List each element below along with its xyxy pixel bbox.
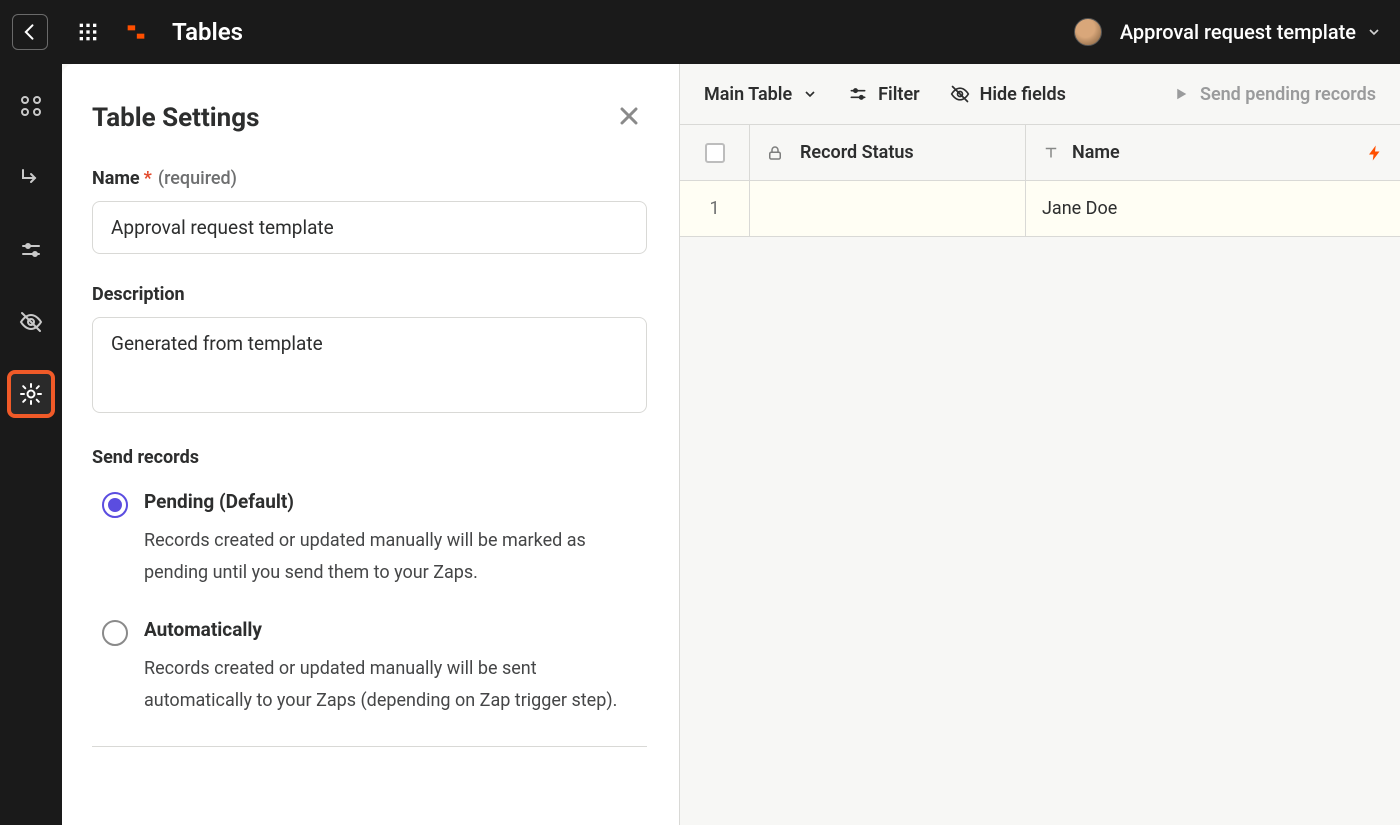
row-index: 1	[709, 198, 719, 219]
record-status-header: Record Status	[800, 142, 914, 163]
apps-grid-icon	[78, 22, 98, 42]
send-option-pending[interactable]: Pending (Default) Records created or upd…	[92, 490, 647, 588]
back-button[interactable]	[12, 14, 48, 50]
zapier-logo-icon	[124, 20, 148, 44]
main-table-switcher[interactable]: Main Table	[704, 84, 818, 105]
rail-settings-button[interactable]	[9, 372, 53, 416]
chevron-down-icon	[802, 86, 818, 102]
main-region: Table Settings Name * (required) Descrip…	[62, 64, 1400, 825]
rail-records-button[interactable]	[9, 84, 53, 128]
row-index-cell[interactable]: 1	[680, 181, 750, 236]
main-table-label: Main Table	[704, 84, 792, 105]
corner-arrow-icon	[19, 166, 43, 190]
rail-filters-button[interactable]	[9, 228, 53, 272]
select-all-checkbox[interactable]	[705, 143, 725, 163]
divider	[92, 746, 647, 747]
send-records-label: Send records	[92, 447, 647, 468]
chevron-down-icon	[1366, 24, 1382, 40]
rail-subflow-button[interactable]	[9, 156, 53, 200]
row-name-cell[interactable]: Jane Doe	[1026, 181, 1400, 236]
sliders-icon	[19, 238, 43, 262]
rail-hidden-button[interactable]	[9, 300, 53, 344]
send-pending-button: Send pending records	[1172, 84, 1376, 105]
table-area: Main Table Filter Hide fields Send pendi…	[680, 64, 1400, 825]
send-option-auto[interactable]: Automatically Records created or updated…	[92, 618, 647, 716]
hide-fields-label: Hide fields	[980, 84, 1066, 105]
send-pending-label: Send pending records	[1200, 84, 1376, 105]
filter-button[interactable]: Filter	[848, 84, 919, 105]
left-rail	[0, 64, 62, 825]
radio-auto-title: Automatically	[144, 618, 647, 641]
col-header-record-status[interactable]: Record Status	[750, 125, 1026, 180]
arrow-left-icon	[20, 22, 40, 42]
zapier-mark-icon	[126, 22, 146, 42]
name-label: Name	[92, 168, 140, 189]
current-table-name: Approval request template	[1120, 20, 1356, 44]
table-switcher[interactable]: Approval request template	[1120, 20, 1382, 44]
apps-launcher-button[interactable]	[76, 20, 100, 44]
description-field: Description	[92, 284, 647, 417]
eye-off-icon	[950, 84, 970, 104]
row-name-value: Jane Doe	[1042, 198, 1117, 219]
sliders-icon	[848, 84, 868, 104]
top-header: Tables Approval request template	[0, 0, 1400, 64]
panel-title: Table Settings	[92, 103, 259, 133]
radio-auto-desc: Records created or updated manually will…	[144, 653, 647, 716]
lock-icon	[766, 144, 784, 162]
grid-header-row: Record Status Name	[680, 125, 1400, 181]
gear-icon	[19, 382, 43, 406]
text-type-icon	[1042, 144, 1060, 162]
required-star: *	[144, 168, 152, 189]
settings-panel: Table Settings Name * (required) Descrip…	[62, 64, 680, 825]
required-text: (required)	[158, 168, 237, 189]
description-input[interactable]	[92, 317, 647, 413]
description-label: Description	[92, 284, 185, 305]
hide-fields-button[interactable]: Hide fields	[950, 84, 1066, 105]
app-title: Tables	[172, 18, 243, 46]
toolbar: Main Table Filter Hide fields Send pendi…	[680, 64, 1400, 124]
avatar[interactable]	[1074, 18, 1102, 46]
name-field: Name * (required)	[92, 168, 647, 254]
play-icon	[1172, 85, 1190, 103]
close-icon	[617, 104, 641, 128]
radio-auto[interactable]	[102, 620, 128, 646]
col-header-name[interactable]: Name	[1026, 125, 1400, 180]
filter-label: Filter	[878, 84, 919, 105]
radio-pending-desc: Records created or updated manually will…	[144, 525, 647, 588]
grid-row[interactable]: 1 Jane Doe	[680, 181, 1400, 237]
records-icon	[19, 94, 43, 118]
name-header: Name	[1072, 142, 1120, 163]
close-button[interactable]	[611, 98, 647, 138]
row-record-status[interactable]	[750, 181, 1026, 236]
select-all-cell[interactable]	[680, 125, 750, 180]
eye-off-icon	[19, 310, 43, 334]
data-grid: Record Status Name 1	[680, 124, 1400, 825]
radio-pending[interactable]	[102, 492, 128, 518]
name-input[interactable]	[92, 201, 647, 254]
radio-pending-title: Pending (Default)	[144, 490, 647, 513]
bolt-icon	[1366, 144, 1384, 162]
